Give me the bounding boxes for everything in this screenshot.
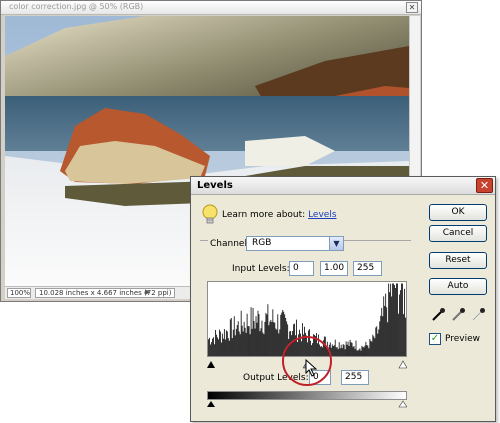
output-levels-slider[interactable] [207,400,407,408]
preview-label: Preview [445,334,481,344]
input-white-field[interactable]: 255 [353,261,382,276]
photo-titlebar[interactable]: color correction.jpg @ 50% (RGB) ✕ [1,1,421,15]
chevron-down-icon[interactable]: ▼ [329,237,343,250]
input-gamma-field[interactable]: 1.00 [320,261,348,276]
document-info: 10.028 inches x 4.667 inches (72 ppi) [35,288,176,298]
cursor-icon [305,359,318,377]
learn-more-text: Learn more about: Levels [222,210,337,220]
learn-more-prefix: Learn more about: [222,210,309,220]
reset-button[interactable]: Reset [429,252,487,269]
levels-titlebar[interactable]: Levels ✕ [191,177,495,195]
output-white-field[interactable]: 255 [341,370,369,385]
channel-value: RGB [252,238,272,248]
black-eyedropper-icon[interactable] [430,307,446,323]
dialog-close-button[interactable]: ✕ [476,178,493,193]
auto-button[interactable]: Auto [429,278,487,295]
input-black-slider-handle[interactable] [207,361,215,368]
dialog-title: Levels [197,180,233,191]
photo-title: color correction.jpg @ 50% (RGB) [9,2,144,11]
input-black-field[interactable]: 0 [289,261,314,276]
cancel-button[interactable]: Cancel [429,225,487,242]
input-white-slider-handle[interactable] [398,360,407,369]
output-black-slider-handle[interactable] [207,401,215,407]
status-menu-arrow-icon[interactable]: ▶ [145,288,150,296]
photo-close-button[interactable]: ✕ [406,2,418,13]
output-gradient-bar [207,391,407,400]
gray-eyedropper-icon[interactable] [450,307,466,323]
white-eyedropper-icon[interactable] [470,307,486,323]
ok-button[interactable]: OK [429,204,487,221]
input-levels-label: Input Levels: [232,264,290,274]
levels-dialog: Levels ✕ Learn more about: Levels Channe… [190,176,496,422]
output-white-slider-handle[interactable] [398,400,407,408]
channel-select[interactable]: RGB ▼ [246,236,344,251]
learn-more-link[interactable]: Levels [308,210,336,220]
preview-checkbox[interactable]: ✓ [429,333,441,345]
zoom-field[interactable]: 100% [7,288,31,298]
lightbulb-icon [202,204,218,224]
